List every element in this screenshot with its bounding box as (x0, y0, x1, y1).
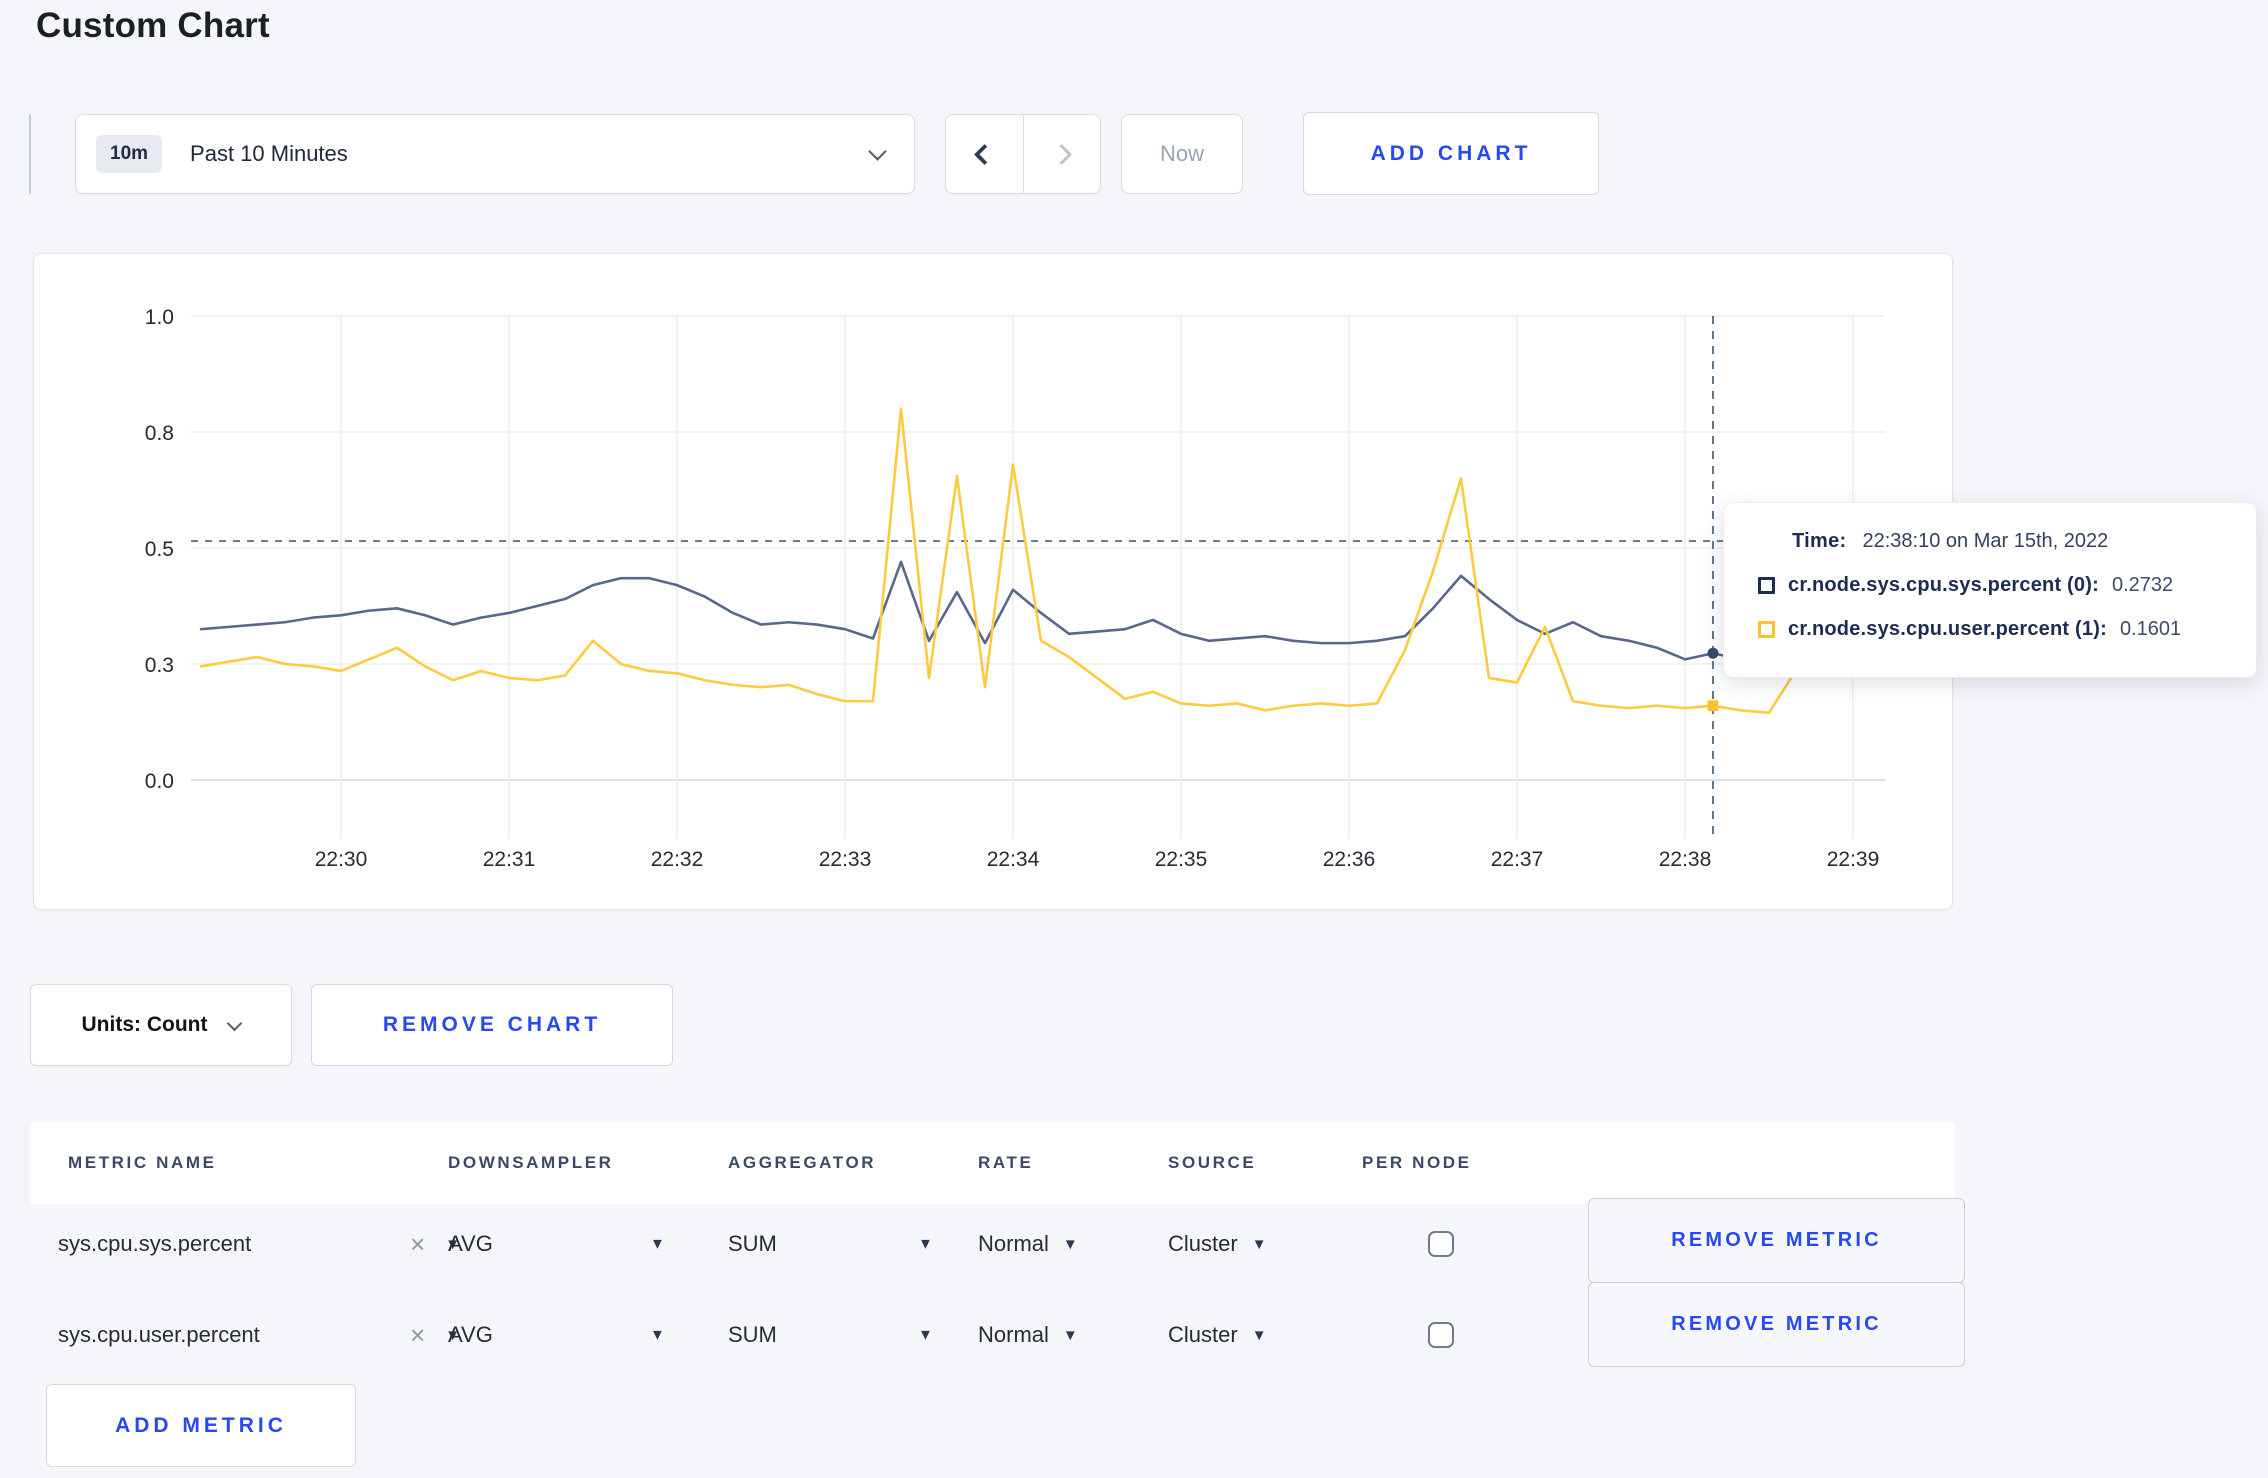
x-axis-tick-label: 22:39 (1827, 848, 1880, 871)
caret-down-icon: ▼ (1062, 1235, 1078, 1253)
chevron-right-icon (1051, 143, 1073, 165)
caret-down-icon[interactable]: ▼ (650, 1327, 665, 1344)
time-range-label: Past 10 Minutes (190, 141, 348, 166)
header-aggregator: AGGREGATOR (728, 1153, 877, 1172)
tooltip-series-value: 0.1601 (2119, 618, 2182, 640)
header-downsampler: DOWNSAMPLER (448, 1153, 614, 1172)
tooltip-series-name: cr.node.sys.cpu.sys.percent (0): (1788, 574, 2099, 596)
x-axis-tick-label: 22:38 (1659, 848, 1712, 871)
chevron-down-icon (868, 141, 887, 161)
x-axis-tick-label: 22:33 (819, 848, 872, 871)
header-source: SOURCE (1168, 1153, 1257, 1172)
caret-down-icon[interactable]: ▼ (918, 1236, 933, 1253)
x-axis-tick-label: 22:34 (987, 848, 1040, 871)
aggregator-select[interactable]: SUM (728, 1322, 777, 1348)
x-axis-tick-label: 22:36 (1323, 848, 1376, 871)
series-user-swatch-icon (1758, 621, 1775, 638)
per-node-checkbox[interactable] (1428, 1322, 1454, 1348)
source-value: Cluster (1168, 1322, 1238, 1347)
y-axis-tick-label: 0.0 (145, 770, 174, 793)
downsampler-value: AVG (448, 1231, 493, 1256)
aggregator-select[interactable]: SUM (728, 1231, 777, 1257)
metric-name-select[interactable]: sys.cpu.sys.percent × ▼ (58, 1231, 460, 1257)
metric-name-value: sys.cpu.user.percent (58, 1322, 260, 1347)
header-metric-name: METRIC NAME (68, 1153, 217, 1172)
caret-down-icon[interactable]: ▼ (650, 1236, 665, 1253)
remove-metric-button[interactable]: REMOVE METRIC (1588, 1282, 1965, 1367)
header-per-node: PER NODE (1362, 1153, 1472, 1172)
metric-name-select[interactable]: sys.cpu.user.percent × ▼ (58, 1322, 460, 1348)
series-line-cr.node.sys.cpu.user.percent (199, 407, 1855, 715)
source-select[interactable]: Cluster ▼ (1168, 1231, 1267, 1257)
x-axis-tick-label: 22:32 (651, 848, 704, 871)
tooltip-entry: cr.node.sys.cpu.user.percent (1): 0.1601 (1758, 618, 2226, 641)
tooltip-time-value: 22:38:10 on Mar 15th, 2022 (1862, 530, 2109, 552)
rate-select[interactable]: Normal ▼ (978, 1322, 1078, 1348)
downsampler-value: AVG (448, 1322, 493, 1347)
add-chart-button[interactable]: ADD CHART (1303, 112, 1599, 195)
chart-card: 0.0 0.3 0.5 0.8 1.0 22:30 22:31 22:32 22:33 22:34… (33, 253, 1953, 910)
hover-marker-sys (1707, 647, 1719, 659)
caret-down-icon[interactable]: ▼ (918, 1327, 933, 1344)
caret-down-icon: ▼ (1251, 1326, 1267, 1344)
chevron-down-icon (227, 1015, 243, 1031)
chevron-left-icon (973, 143, 995, 165)
hover-tooltip: Time: 22:38:10 on Mar 15th, 2022 cr.node… (1723, 502, 2257, 678)
time-nav-group (945, 114, 1101, 194)
aggregator-value: SUM (728, 1231, 777, 1256)
prev-time-button[interactable] (946, 115, 1023, 193)
tooltip-entry: cr.node.sys.cpu.sys.percent (0): 0.2732 (1758, 574, 2226, 597)
time-range-select[interactable]: 10m Past 10 Minutes (75, 114, 915, 194)
caret-down-icon: ▼ (1251, 1235, 1267, 1253)
downsampler-select[interactable]: AVG (448, 1231, 493, 1257)
x-axis-tick-label: 22:31 (483, 848, 536, 871)
next-time-button[interactable] (1022, 115, 1101, 193)
y-axis-tick-label: 0.3 (145, 654, 174, 677)
tooltip-series-name: cr.node.sys.cpu.user.percent (1): (1788, 618, 2107, 640)
units-select[interactable]: Units: Count (30, 984, 292, 1066)
clear-metric-icon[interactable]: × (410, 1231, 425, 1257)
y-axis-tick-label: 0.8 (145, 422, 174, 445)
source-select[interactable]: Cluster ▼ (1168, 1322, 1267, 1348)
units-label: Units: Count (81, 1013, 208, 1036)
tooltip-time-label: Time: (1792, 530, 1847, 552)
rate-select[interactable]: Normal ▼ (978, 1231, 1078, 1257)
per-node-checkbox-cell (1428, 1322, 1454, 1348)
tooltip-series-value: 0.2732 (2111, 574, 2174, 596)
remove-chart-button[interactable]: REMOVE CHART (311, 984, 673, 1066)
time-range-badge: 10m (96, 135, 163, 173)
y-axis-tick-label: 0.5 (145, 538, 174, 561)
rate-value: Normal (978, 1231, 1049, 1256)
source-value: Cluster (1168, 1231, 1238, 1256)
metrics-table-header: METRIC NAME DOWNSAMPLER AGGREGATOR RATE … (30, 1122, 1955, 1204)
metric-name-value: sys.cpu.sys.percent (58, 1231, 252, 1256)
y-axis-tick-label: 1.0 (145, 306, 174, 329)
rate-value: Normal (978, 1322, 1049, 1347)
hover-marker-user (1707, 700, 1719, 712)
add-metric-button[interactable]: ADD METRIC (46, 1384, 356, 1467)
per-node-checkbox-cell (1428, 1231, 1454, 1257)
tooltip-time-row: Time: 22:38:10 on Mar 15th, 2022 (1792, 530, 2226, 553)
metric-row: sys.cpu.user.percent × ▼ AVG ▼ SUM ▼ Nor… (30, 1282, 1965, 1377)
downsampler-select[interactable]: AVG (448, 1322, 493, 1348)
clear-metric-icon[interactable]: × (410, 1322, 425, 1348)
series-line-cr.node.sys.cpu.sys.percent (199, 560, 1855, 661)
x-axis-tick-label: 22:37 (1491, 848, 1544, 871)
toolbar-left-divider (29, 114, 31, 194)
per-node-checkbox[interactable] (1428, 1231, 1454, 1257)
caret-down-icon: ▼ (1062, 1326, 1078, 1344)
now-button[interactable]: Now (1121, 114, 1243, 194)
x-axis-tick-label: 22:35 (1155, 848, 1208, 871)
x-axis-tick-label: 22:30 (315, 848, 368, 871)
metric-row: sys.cpu.sys.percent × ▼ AVG ▼ SUM ▼ Norm… (30, 1198, 1965, 1286)
series-sys-swatch-icon (1758, 577, 1775, 594)
header-rate: RATE (978, 1153, 1034, 1172)
remove-metric-button[interactable]: REMOVE METRIC (1588, 1198, 1965, 1283)
page-title: Custom Chart (36, 6, 270, 45)
chart-plot[interactable]: 0.0 0.3 0.5 0.8 1.0 22:30 22:31 22:32 22:33 22:34… (34, 254, 1952, 909)
aggregator-value: SUM (728, 1322, 777, 1347)
